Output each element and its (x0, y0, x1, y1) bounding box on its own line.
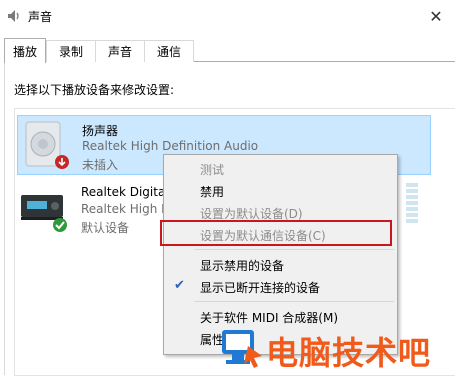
tab-sounds[interactable]: 声音 (95, 40, 145, 62)
watermark-logo-icon (222, 330, 262, 368)
speaker-icon (25, 121, 69, 169)
digital-receiver-icon (21, 195, 67, 232)
tab-playback[interactable]: 播放 (4, 38, 46, 63)
close-button[interactable]: ✕ (417, 0, 455, 32)
menu-item-disable[interactable]: 禁用 (164, 179, 397, 201)
menu-item-label: 设置为默认通信设备(C) (200, 229, 326, 243)
tab-label: 声音 (107, 45, 132, 59)
menu-item-label: 显示已断开连接的设备 (200, 281, 321, 295)
speaker-icon (8, 10, 19, 22)
window-title: 声音 (28, 10, 53, 24)
volume-level-meter (406, 183, 418, 225)
menu-item-set-default-communication[interactable]: 设置为默认通信设备(C) (164, 223, 397, 245)
tab-label: 录制 (58, 45, 83, 59)
menu-item-show-disconnected[interactable]: ✔ 显示已断开连接的设备 (164, 275, 397, 297)
close-icon: ✕ (429, 6, 443, 26)
menu-item-label: 测试 (200, 163, 225, 177)
default-check-badge (53, 218, 67, 232)
device-status: 未插入 (82, 158, 119, 172)
tab-label: 通信 (156, 45, 181, 59)
menu-item-show-disabled[interactable]: 显示禁用的设备 (164, 253, 397, 275)
watermark-text: 电脑技术吧 (266, 334, 432, 372)
device-name: 扬声器 (82, 124, 119, 138)
menu-separator (194, 249, 394, 250)
tab-communications[interactable]: 通信 (144, 40, 194, 62)
device-description: Realtek High Definition Audio (82, 139, 259, 153)
tab-recording[interactable]: 录制 (46, 40, 96, 62)
menu-item-set-default[interactable]: 设置为默认设备(D) (164, 201, 397, 223)
menu-item-label: 显示禁用的设备 (200, 259, 285, 273)
title-bar: 声音 ✕ (0, 0, 455, 32)
menu-item-label: 设置为默认设备(D) (200, 207, 303, 221)
watermark: 电脑技术吧 (218, 322, 455, 374)
tab-label: 播放 (12, 44, 37, 59)
device-name: Realtek Digital (81, 185, 169, 199)
menu-item-test[interactable]: 测试 (164, 157, 397, 179)
menu-separator (194, 301, 394, 302)
device-description: Realtek High D (81, 202, 171, 216)
instruction-text: 选择以下播放设备来修改设置: (14, 83, 175, 97)
device-status: 默认设备 (81, 221, 130, 235)
checkmark-icon: ✔ (174, 278, 185, 293)
menu-item-label: 禁用 (200, 185, 225, 199)
